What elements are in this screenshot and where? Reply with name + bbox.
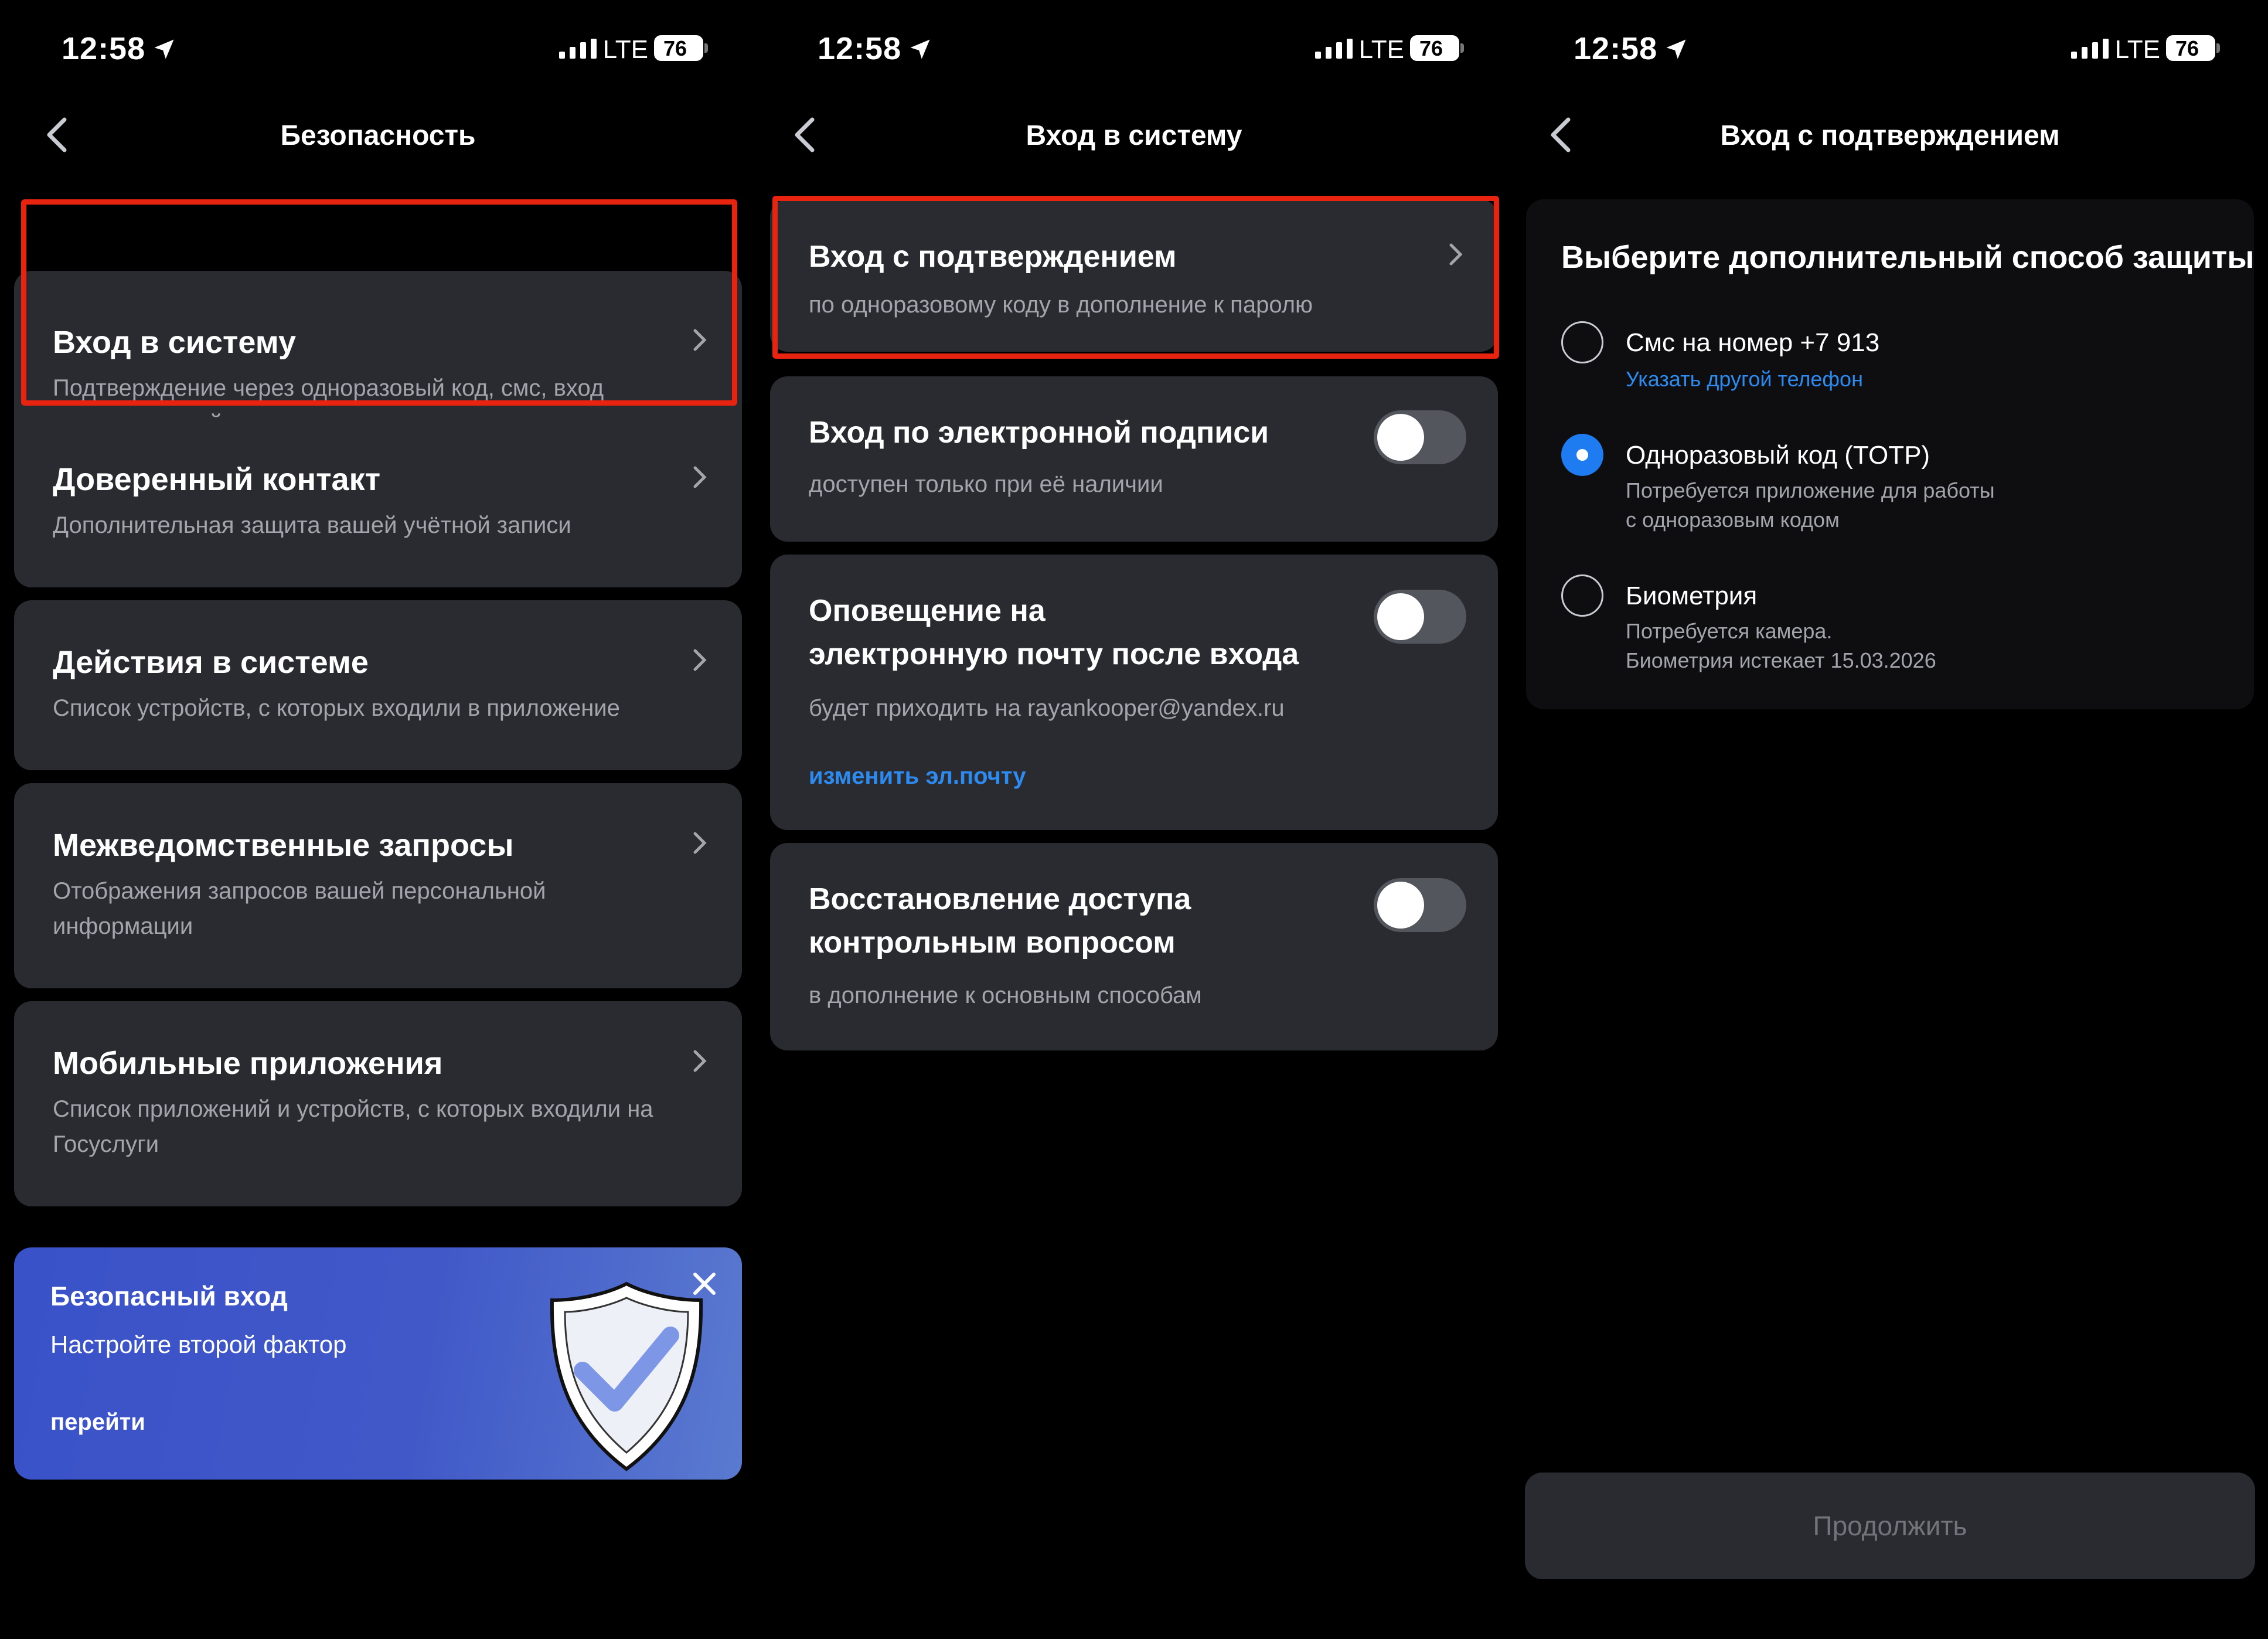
menu-item-subtitle-2: Госуслуги [53, 1131, 159, 1157]
security-question-toggle[interactable] [1374, 878, 1466, 932]
setting-subtitle: будет приходить на rayankooper@yandex.ru [809, 695, 1285, 721]
setting-title-2: электронную почту после входа [809, 637, 1299, 671]
option-totp-subtitle-2: с одноразовым кодом [1626, 508, 1840, 532]
secure-login-banner[interactable]: Безопасный вход Настройте второй фактор … [14, 1247, 742, 1480]
chevron-right-icon [693, 832, 707, 854]
radio-totp[interactable] [1561, 434, 1603, 476]
menu-item-subtitle: Отображения запросов вашей персональной [53, 878, 546, 904]
menu-item-title: Действия в системе [53, 645, 369, 680]
network-type: LTE [1358, 35, 1404, 64]
status-time: 12:58 [1574, 31, 1658, 66]
menu-item-subtitle-2: информации [53, 913, 193, 939]
nav-bar: Безопасность [0, 111, 756, 158]
nav-bar: Вход с подтверждением [1512, 111, 2268, 158]
menu-item-subtitle: по одноразовому коду в дополнение к паро… [809, 292, 1313, 318]
menu-item-trusted-contact[interactable]: Доверенный контакт Дополнительная защита… [14, 417, 742, 587]
option-biometrics-subtitle-2: Биометрия истекает 15.03.2026 [1626, 648, 1936, 672]
banner-subtitle: Настройте второй фактор [50, 1331, 347, 1358]
page-title: Вход в систему [1026, 120, 1242, 151]
option-totp-title: Одноразовый код (TOTP) [1626, 441, 1930, 470]
signal-icon [2071, 39, 2109, 59]
network-type: LTE [602, 35, 648, 64]
location-arrow-icon [910, 39, 930, 59]
signal-icon [1315, 39, 1353, 59]
banner-title: Безопасный вход [50, 1281, 288, 1311]
screen-security: 12:58 LTE 76 Безопасность Вход в систему… [0, 0, 756, 1639]
menu-item-title: Вход в систему [53, 325, 297, 360]
change-email-link[interactable]: изменить эл.почту [809, 763, 1026, 790]
nav-bar: Вход в систему [756, 111, 1512, 158]
chevron-right-icon [693, 466, 707, 488]
setting-title-2: контрольным вопросом [809, 926, 1176, 960]
network-type: LTE [2114, 35, 2160, 64]
status-bar: 12:58 LTE 76 [0, 30, 756, 72]
setting-title: Оповещение на [809, 594, 1046, 628]
chevron-right-icon [693, 329, 707, 351]
setting-email-notification: Оповещение на электронную почту после вх… [770, 555, 1498, 830]
menu-item-title: Мобильные приложения [53, 1046, 443, 1081]
radio-sms[interactable] [1561, 321, 1603, 363]
status-bar: 12:58 LTE 76 [1512, 30, 2268, 72]
location-arrow-icon [154, 39, 174, 59]
status-bar: 12:58 LTE 76 [756, 30, 1512, 72]
change-phone-link[interactable]: Указать другой телефон [1626, 367, 1863, 392]
email-notification-toggle[interactable] [1374, 590, 1466, 644]
banner-go-link[interactable]: перейти [50, 1409, 145, 1436]
chevron-right-icon [1449, 243, 1463, 266]
menu-item-subtitle: Список приложений и устройств, с которых… [53, 1096, 653, 1122]
menu-item-title: Межведомственные запросы [53, 828, 514, 863]
menu-item-subtitle: Подтверждение через одноразовый код, смс… [53, 375, 604, 401]
setting-e-signature-login: Вход по электронной подписи доступен тол… [770, 376, 1498, 542]
battery-icon: 76 [2166, 35, 2220, 61]
battery-icon: 76 [1410, 35, 1464, 61]
page-title: Вход с подтверждением [1720, 120, 2060, 151]
continue-button[interactable]: Продолжить [1525, 1473, 2255, 1579]
battery-icon: 76 [654, 35, 708, 61]
setting-subtitle: в дополнение к основным способам [809, 982, 1202, 1008]
setting-title: Вход по электронной подписи [809, 416, 1269, 450]
status-time: 12:58 [62, 31, 146, 66]
e-signature-toggle[interactable] [1374, 410, 1466, 464]
chevron-right-icon [693, 1050, 707, 1072]
radio-biometrics[interactable] [1561, 574, 1603, 617]
menu-item-title: Доверенный контакт [53, 462, 381, 497]
setting-security-question: Восстановление доступа контрольным вопро… [770, 843, 1498, 1050]
page-title: Безопасность [280, 120, 476, 151]
option-sms-title: Смс на номер +7 913 [1626, 328, 1880, 357]
screen-login: 12:58 LTE 76 Вход в систему Вход с подтв… [756, 0, 1512, 1639]
menu-item-title: Вход с подтверждением [809, 240, 1177, 274]
menu-item-subtitle: Дополнительная защита вашей учётной запи… [53, 512, 571, 538]
status-time: 12:58 [818, 31, 902, 66]
signal-icon [559, 39, 597, 59]
menu-item-interagency-requests[interactable]: Межведомственные запросы Отображения зап… [14, 783, 742, 988]
option-totp-subtitle: Потребуется приложение для работы [1626, 478, 1995, 502]
setting-subtitle: доступен только при её наличии [809, 471, 1163, 497]
option-biometrics-subtitle: Потребуется камера. [1626, 619, 1833, 643]
option-biometrics-title: Биометрия [1626, 582, 1758, 610]
menu-item-subtitle: Список устройств, с которых входили в пр… [53, 695, 620, 721]
protection-prompt: Выберите дополнительный способ защиты [1561, 240, 2255, 275]
menu-item-mobile-apps[interactable]: Мобильные приложения Список приложений и… [14, 1001, 742, 1206]
setting-title: Восстановление доступа [809, 882, 1191, 916]
chevron-right-icon [693, 649, 707, 671]
menu-item-confirmed-login[interactable]: Вход с подтверждением по одноразовому ко… [770, 199, 1498, 352]
screen-confirmed-login: 12:58 LTE 76 Вход с подтверждением Выбер… [1512, 0, 2268, 1639]
location-arrow-icon [1666, 39, 1686, 59]
shield-check-icon [550, 1281, 703, 1471]
menu-item-system-actions[interactable]: Действия в системе Список устройств, с к… [14, 600, 742, 770]
